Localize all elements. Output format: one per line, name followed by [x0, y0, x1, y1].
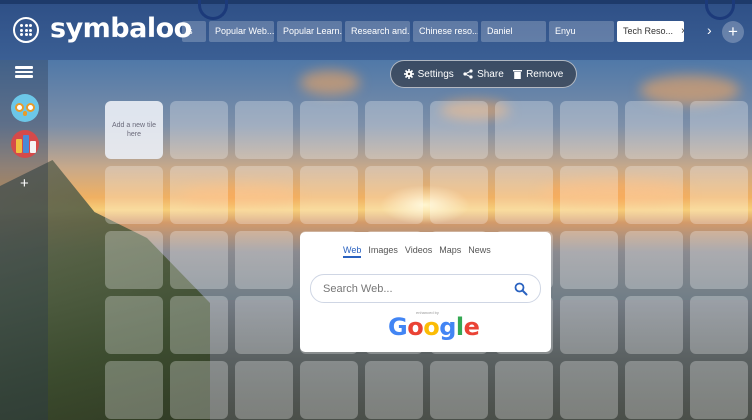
tab-webmix[interactable]: Popular Web...	[209, 21, 274, 42]
empty-tile[interactable]	[105, 296, 163, 354]
empty-tile[interactable]	[625, 101, 683, 159]
search-tab-news[interactable]: News	[468, 245, 491, 258]
remove-label: Remove	[526, 68, 564, 80]
tab-webmix[interactable]: Daniel	[481, 21, 546, 42]
empty-tile[interactable]	[560, 166, 618, 224]
empty-tile[interactable]	[560, 231, 618, 289]
empty-tile[interactable]	[495, 361, 553, 419]
share-icon	[463, 69, 473, 79]
empty-tile[interactable]	[105, 361, 163, 419]
tab-webmix[interactable]: s	[182, 21, 206, 42]
remove-button[interactable]: Remove	[513, 69, 563, 80]
avatar-books[interactable]	[11, 130, 39, 158]
empty-tile[interactable]	[495, 101, 553, 159]
background-cloud	[300, 70, 360, 95]
settings-label: Settings	[417, 68, 454, 80]
empty-tile[interactable]	[170, 361, 228, 419]
tab-webmix[interactable]: Enyu	[549, 21, 614, 42]
empty-tile[interactable]	[105, 166, 163, 224]
empty-tile[interactable]	[300, 361, 358, 419]
settings-button[interactable]: Settings	[403, 68, 454, 80]
empty-tile[interactable]	[170, 231, 228, 289]
empty-tile[interactable]	[625, 296, 683, 354]
empty-tile[interactable]	[430, 101, 488, 159]
empty-tile[interactable]	[235, 296, 293, 354]
top-bar-edge	[0, 0, 752, 4]
empty-tile[interactable]	[235, 166, 293, 224]
avatar-owl[interactable]	[11, 94, 39, 122]
empty-tile[interactable]	[170, 166, 228, 224]
empty-tile[interactable]	[560, 361, 618, 419]
empty-tile[interactable]	[235, 101, 293, 159]
empty-tile[interactable]	[625, 231, 683, 289]
empty-tile[interactable]	[365, 101, 423, 159]
webmix-tabs: s Popular Web... Popular Learn... Resear…	[182, 21, 684, 42]
empty-tile[interactable]	[105, 231, 163, 289]
decorative-arc	[705, 0, 735, 20]
empty-tile[interactable]	[560, 296, 618, 354]
share-label: Share	[477, 68, 504, 80]
search-input[interactable]	[323, 282, 514, 295]
tab-active[interactable]: Tech Reso... ×	[617, 21, 684, 42]
apps-grid-icon	[20, 24, 32, 36]
tab-active-label: Tech Reso...	[623, 26, 674, 36]
empty-tile[interactable]	[300, 101, 358, 159]
empty-tile[interactable]	[690, 361, 748, 419]
search-icon[interactable]	[514, 282, 528, 296]
search-widget: Web Images Videos Maps News enhanced by …	[300, 232, 551, 352]
search-tab-web[interactable]: Web	[343, 245, 362, 258]
search-tab-videos[interactable]: Videos	[405, 245, 432, 258]
search-tab-images[interactable]: Images	[368, 245, 398, 258]
empty-tile[interactable]	[365, 361, 423, 419]
empty-tile[interactable]	[690, 296, 748, 354]
close-icon[interactable]: ×	[681, 21, 684, 42]
empty-tile[interactable]	[235, 361, 293, 419]
add-tile-button[interactable]: Add a new tile here	[105, 101, 163, 159]
empty-tile[interactable]	[625, 166, 683, 224]
tab-webmix[interactable]: Popular Learn...	[277, 21, 342, 42]
empty-tile[interactable]	[690, 101, 748, 159]
list-view-icon[interactable]	[15, 66, 33, 79]
add-icon[interactable]: +	[20, 175, 29, 192]
tab-webmix[interactable]: Research and...	[345, 21, 410, 42]
empty-tile[interactable]	[560, 101, 618, 159]
tabs-prev-arrow[interactable]: ‹	[167, 22, 172, 38]
webmix-toolbar: Settings Share Remove	[390, 60, 577, 88]
search-tabs: Web Images Videos Maps News	[343, 245, 491, 258]
empty-tile[interactable]	[690, 166, 748, 224]
search-box	[310, 274, 541, 303]
empty-tile[interactable]	[495, 166, 553, 224]
empty-tile[interactable]	[430, 361, 488, 419]
empty-tile[interactable]	[690, 231, 748, 289]
apps-grid-button[interactable]	[13, 17, 39, 43]
decorative-arc	[198, 0, 228, 20]
add-webmix-button[interactable]: +	[722, 21, 744, 43]
share-button[interactable]: Share	[463, 69, 504, 80]
empty-tile[interactable]	[235, 231, 293, 289]
top-bar: symbaloo ‹ s Popular Web... Popular Lear…	[0, 0, 752, 60]
tab-webmix[interactable]: Chinese reso...	[413, 21, 478, 42]
search-tab-maps[interactable]: Maps	[439, 245, 461, 258]
google-logo: Google	[388, 313, 480, 341]
trash-icon	[513, 70, 523, 79]
empty-tile[interactable]	[170, 101, 228, 159]
empty-tile[interactable]	[430, 166, 488, 224]
empty-tile[interactable]	[365, 166, 423, 224]
gear-icon	[403, 69, 414, 79]
empty-tile[interactable]	[300, 166, 358, 224]
empty-tile[interactable]	[625, 361, 683, 419]
tabs-next-arrow[interactable]: ›	[707, 22, 712, 38]
empty-tile[interactable]	[170, 296, 228, 354]
